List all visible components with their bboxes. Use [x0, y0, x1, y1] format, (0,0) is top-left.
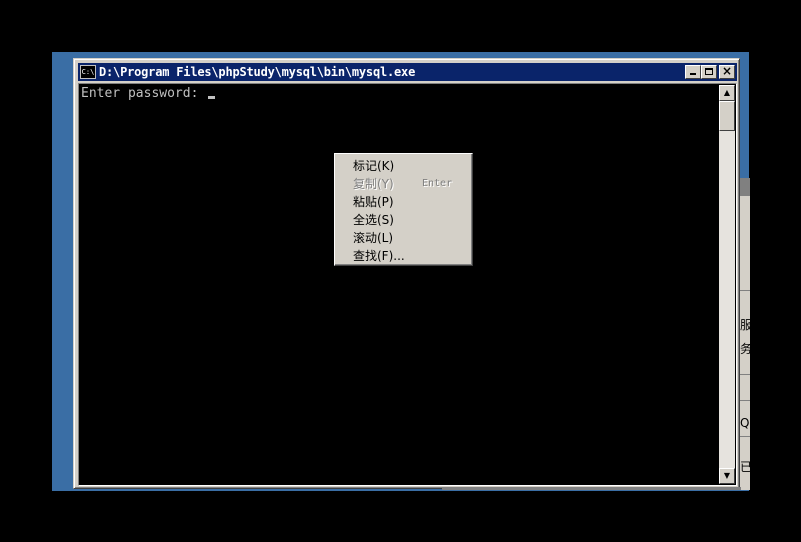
close-button[interactable]: × — [719, 64, 735, 79]
scroll-down-button[interactable]: ▼ — [719, 468, 735, 484]
menu-item-shortcut: Enter — [422, 178, 453, 189]
close-icon: × — [721, 64, 733, 78]
console-app-icon[interactable]: C:\ — [80, 65, 96, 79]
console-client-area: Enter password: ▲ ▼ — [78, 83, 737, 486]
window-title: D:\Program Files\phpStudy\mysql\bin\mysq… — [99, 65, 416, 79]
console-window[interactable]: C:\ D:\Program Files\phpStudy\mysql\bin\… — [73, 58, 740, 489]
maximize-button[interactable] — [701, 65, 717, 79]
background-divider — [739, 374, 750, 375]
background-divider — [739, 436, 750, 437]
menu-item-find[interactable]: 查找(F)... — [335, 247, 472, 265]
maximize-icon — [705, 68, 713, 75]
password-prompt: Enter password: — [81, 86, 207, 101]
scrollbar-thumb[interactable] — [719, 101, 735, 131]
background-text-2: 务 — [740, 342, 750, 356]
background-divider — [739, 400, 750, 401]
menu-item-scroll[interactable]: 滚动(L) — [335, 229, 472, 247]
minimize-button[interactable] — [685, 65, 701, 79]
menu-item-label: 标记(K) — [353, 159, 395, 173]
menu-item-label: 复制(Y) — [353, 177, 394, 191]
titlebar-buttons: × — [685, 64, 735, 79]
context-menu: 标记(K) 复制(Y) Enter 粘贴(P) 全选(S) 滚动(L) 查找(F… — [334, 153, 473, 266]
titlebar[interactable]: C:\ D:\Program Files\phpStudy\mysql\bin\… — [78, 63, 737, 81]
background-window-titlebar — [739, 178, 750, 196]
background-text-3: QL — [740, 416, 750, 430]
arrow-down-icon: ▼ — [723, 471, 731, 480]
minimize-icon — [690, 73, 696, 75]
menu-item-copy[interactable]: 复制(Y) Enter — [335, 175, 472, 193]
arrow-up-icon: ▲ — [723, 88, 731, 97]
background-text-1: 服 — [740, 318, 750, 332]
console-prompt-line: Enter password: — [81, 86, 216, 102]
taskbar-edge — [442, 487, 741, 490]
menu-item-label: 粘贴(P) — [353, 195, 394, 209]
scroll-up-button[interactable]: ▲ — [719, 85, 735, 101]
background-divider — [739, 290, 750, 291]
vertical-scrollbar[interactable]: ▲ ▼ — [719, 85, 735, 484]
menu-item-paste[interactable]: 粘贴(P) — [335, 193, 472, 211]
menu-item-label: 滚动(L) — [353, 231, 394, 245]
menu-item-label: 全选(S) — [353, 213, 394, 227]
menu-item-label: 查找(F)... — [353, 249, 405, 263]
background-text-4: 已 — [740, 460, 750, 474]
console-output[interactable]: Enter password: — [80, 85, 720, 484]
menu-item-select-all[interactable]: 全选(S) — [335, 211, 472, 229]
menu-item-mark[interactable]: 标记(K) — [335, 157, 472, 175]
text-cursor — [208, 96, 216, 99]
